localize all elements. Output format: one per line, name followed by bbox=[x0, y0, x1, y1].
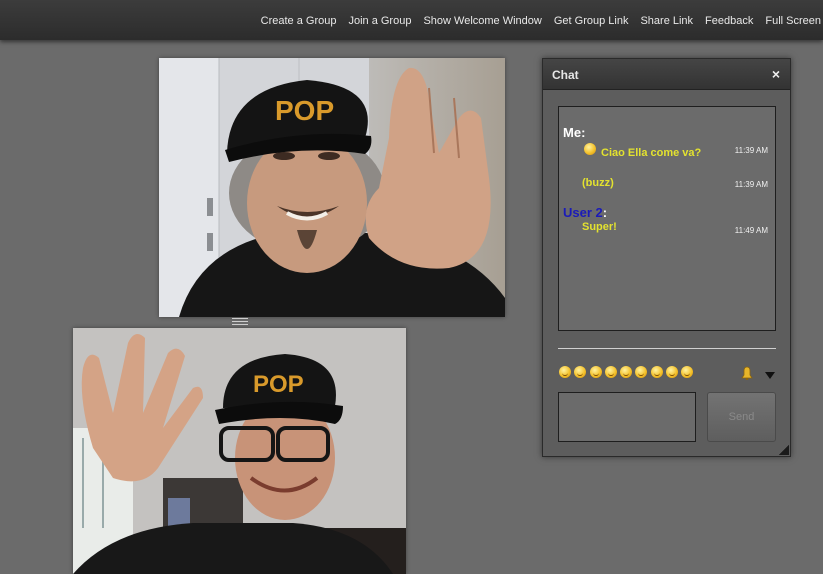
local-video-feed: POP bbox=[73, 328, 406, 574]
top-menu-bar: Create a Group Join a Group Show Welcome… bbox=[0, 0, 823, 40]
chat-panel: Chat × Me: Ciao Ella come va? 11:39 AM (… bbox=[542, 58, 791, 457]
message-sender-me: Me: bbox=[563, 125, 586, 140]
smile-emoticon-icon bbox=[584, 143, 596, 155]
chevron-down-icon[interactable] bbox=[765, 372, 775, 379]
video-resize-handle[interactable] bbox=[232, 318, 248, 326]
main-menu: Create a Group Join a Group Show Welcome… bbox=[249, 15, 821, 27]
menu-get-group-link[interactable]: Get Group Link bbox=[554, 15, 629, 27]
laugh-emoticon-icon[interactable] bbox=[604, 366, 617, 378]
smile-emoticon-icon[interactable] bbox=[559, 366, 571, 378]
emoticon-toolbar bbox=[559, 366, 697, 378]
grin-emoticon-icon[interactable] bbox=[574, 366, 587, 378]
cap-logo-text-local: POP bbox=[253, 371, 304, 398]
sad-emoticon-icon[interactable] bbox=[589, 366, 602, 378]
chat-message-input[interactable] bbox=[558, 392, 696, 442]
happy-emoticon-icon[interactable] bbox=[635, 366, 648, 378]
message-time: 11:39 AM bbox=[734, 146, 768, 155]
message-sender-user2: User 2: bbox=[563, 205, 608, 220]
message-text: Ciao Ella come va? bbox=[601, 147, 702, 159]
surprised-emoticon-icon[interactable] bbox=[666, 366, 679, 378]
chat-title: Chat bbox=[552, 68, 579, 82]
video-frame-remote: POP bbox=[159, 58, 505, 317]
menu-show-welcome-window[interactable]: Show Welcome Window bbox=[423, 15, 541, 27]
message-text: Super! bbox=[582, 221, 617, 233]
wink-emoticon-icon[interactable] bbox=[620, 366, 633, 378]
message-time: 11:39 AM bbox=[734, 180, 768, 189]
menu-join-group[interactable]: Join a Group bbox=[348, 15, 411, 27]
remote-video-feed: POP bbox=[159, 58, 505, 317]
menu-share-link[interactable]: Share Link bbox=[640, 15, 693, 27]
message-text: (buzz) bbox=[582, 177, 614, 189]
menu-full-screen[interactable]: Full Screen bbox=[765, 15, 821, 27]
cap-logo-text: POP bbox=[275, 95, 334, 126]
panel-resize-handle[interactable] bbox=[779, 445, 789, 455]
chat-header[interactable]: Chat × bbox=[543, 59, 790, 90]
menu-feedback[interactable]: Feedback bbox=[705, 15, 753, 27]
menu-create-group[interactable]: Create a Group bbox=[261, 15, 337, 27]
buzz-bell-icon[interactable] bbox=[739, 366, 755, 380]
chat-close-icon[interactable]: × bbox=[772, 66, 780, 82]
tongue-emoticon-icon[interactable] bbox=[650, 366, 663, 378]
video-frame-local: POP bbox=[73, 328, 406, 574]
chat-divider bbox=[558, 348, 776, 349]
cool-emoticon-icon[interactable] bbox=[681, 366, 694, 378]
message-time: 11:49 AM bbox=[734, 226, 768, 235]
chat-message-log[interactable]: Me: Ciao Ella come va? 11:39 AM (buzz) 1… bbox=[558, 106, 776, 331]
send-button[interactable]: Send bbox=[707, 392, 776, 442]
